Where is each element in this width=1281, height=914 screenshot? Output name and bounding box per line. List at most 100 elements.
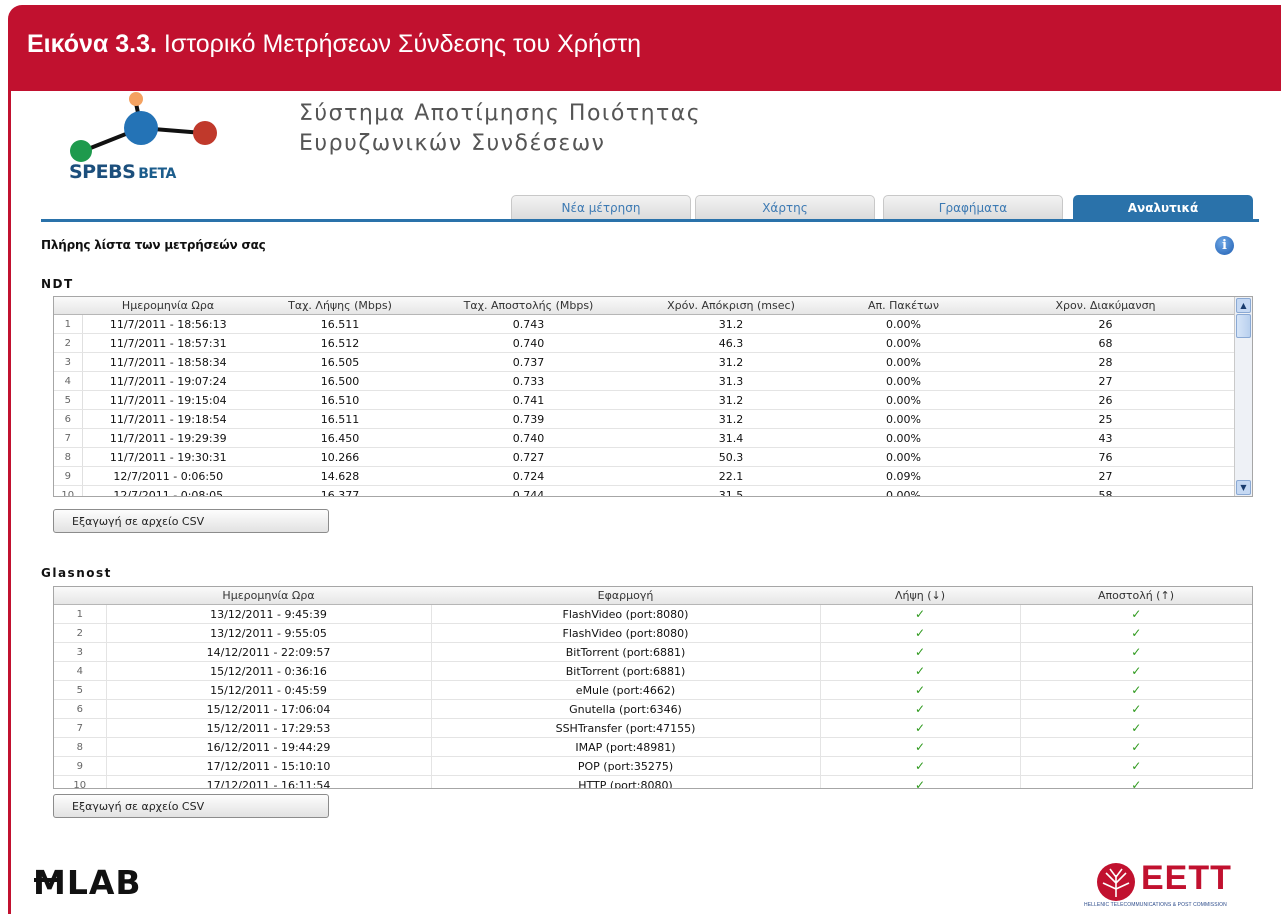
table-row[interactable]: 1 11/7/2011 - 18:56:13 16.511 0.743 31.2 0.00… xyxy=(54,314,1235,334)
column-header-packet-loss[interactable]: Απ. Πακέτων xyxy=(831,297,976,315)
column-header-jitter[interactable]: Χρον. Διακύμανση xyxy=(976,297,1235,315)
cell-download: 16.510 xyxy=(254,390,426,410)
column-header-download[interactable]: Ταχ. Λήψης (Mbps) xyxy=(254,297,426,315)
cell-upload: 0.743 xyxy=(426,314,631,334)
tab-new-measurement[interactable]: Νέα μέτρηση xyxy=(511,195,691,219)
cell-application: FlashVideo (port:8080) xyxy=(431,623,821,643)
table-row[interactable]: 6 11/7/2011 - 19:18:54 16.511 0.739 31.2 0.00… xyxy=(54,409,1235,429)
column-header-application[interactable]: Εφαρμογή xyxy=(431,587,820,605)
cell-datetime: 13/12/2011 - 9:45:39 xyxy=(106,604,432,624)
cell-upload: 0.744 xyxy=(426,485,631,496)
column-header-upload[interactable]: Αποστολή (↑) xyxy=(1020,587,1252,605)
scroll-down-icon[interactable]: ▼ xyxy=(1236,480,1251,495)
cell-datetime: 15/12/2011 - 0:36:16 xyxy=(106,661,432,681)
table-row[interactable]: 9 17/12/2011 - 15:10:10 POP (port:35275) ✓ ✓ xyxy=(54,756,1252,776)
check-icon: ✓ xyxy=(820,718,1021,738)
check-icon: ✓ xyxy=(1020,604,1252,624)
row-number: 2 xyxy=(54,333,83,353)
check-icon: ✓ xyxy=(1020,642,1252,662)
table-row[interactable]: 1 13/12/2011 - 9:45:39 FlashVideo (port:80… xyxy=(54,604,1252,624)
system-title: Σύστημα Αποτίμησης Ποιότητας Ευρυζωνικών… xyxy=(299,99,701,159)
cell-datetime: 17/12/2011 - 15:10:10 xyxy=(106,756,432,776)
table-row[interactable]: 5 11/7/2011 - 19:15:04 16.510 0.741 31.2 0.00… xyxy=(54,390,1235,410)
row-number: 9 xyxy=(54,756,107,776)
table-row[interactable]: 4 15/12/2011 - 0:36:16 BitTorrent (port:68… xyxy=(54,661,1252,681)
column-header-upload[interactable]: Ταχ. Αποστολής (Mbps) xyxy=(426,297,631,315)
glasnost-table: Ημερομηνία Ωρα Εφαρμογή Λήψη (↓) Αποστολ… xyxy=(54,587,1252,788)
table-row[interactable]: 7 11/7/2011 - 19:29:39 16.450 0.740 31.4 0.00… xyxy=(54,428,1235,448)
section-heading: Πλήρης λίστα των μετρήσεών σας xyxy=(41,238,266,252)
tab-detailed[interactable]: Αναλυτικά xyxy=(1073,195,1253,219)
cell-upload: 0.739 xyxy=(426,409,631,429)
cell-latency: 31.2 xyxy=(631,409,831,429)
table-row[interactable]: 10 12/7/2011 - 0:08:05 16.377 0.744 31.5 0.00… xyxy=(54,485,1235,496)
table-row[interactable]: 7 15/12/2011 - 17:29:53 SSHTransfer (port:… xyxy=(54,718,1252,738)
ndt-label: NDT xyxy=(41,277,74,291)
cell-packet-loss: 0.00% xyxy=(831,352,976,372)
cell-download: 16.377 xyxy=(254,485,426,496)
column-header-download[interactable]: Λήψη (↓) xyxy=(820,587,1020,605)
column-header-latency[interactable]: Χρόν. Απόκριση (msec) xyxy=(631,297,831,315)
table-row[interactable]: 8 11/7/2011 - 19:30:31 10.266 0.727 50.3 0.00… xyxy=(54,447,1235,467)
glasnost-label: Glasnost xyxy=(41,566,112,580)
cell-download: 16.511 xyxy=(254,314,426,334)
eett-logo-subtitle: HELLENIC TELECOMMUNICATIONS & POST COMMI… xyxy=(1084,902,1227,908)
ndt-export-csv-button[interactable]: Εξαγωγή σε αρχείο CSV xyxy=(53,509,329,533)
table-row[interactable]: 8 16/12/2011 - 19:44:29 IMAP (port:48981) ✓… xyxy=(54,737,1252,757)
cell-datetime: 15/12/2011 - 17:06:04 xyxy=(106,699,432,719)
logo-text: SPEBS BETA xyxy=(69,161,176,183)
scroll-up-icon[interactable]: ▲ xyxy=(1236,298,1251,313)
cell-jitter: 26 xyxy=(976,390,1235,410)
column-header-rownum xyxy=(54,297,82,315)
cell-upload: 0.741 xyxy=(426,390,631,410)
table-row[interactable]: 10 17/12/2011 - 16:11:54 HTTP (port:8080) ✓… xyxy=(54,775,1252,788)
check-icon: ✓ xyxy=(1020,737,1252,757)
cell-latency: 31.2 xyxy=(631,314,831,334)
cell-download: 16.450 xyxy=(254,428,426,448)
cell-upload: 0.740 xyxy=(426,333,631,353)
table-row[interactable]: 4 11/7/2011 - 19:07:24 16.500 0.733 31.3 0.00… xyxy=(54,371,1235,391)
glasnost-export-csv-button[interactable]: Εξαγωγή σε αρχείο CSV xyxy=(53,794,329,818)
column-header-datetime[interactable]: Ημερομηνία Ωρα xyxy=(82,297,254,315)
cell-datetime: 14/12/2011 - 22:09:57 xyxy=(106,642,432,662)
logo-name: SPEBS xyxy=(69,161,136,183)
figure-title: Ιστορικό Μετρήσεων Σύνδεσης του Χρήστη xyxy=(163,30,642,58)
row-number: 10 xyxy=(54,775,107,788)
row-number: 10 xyxy=(54,485,83,496)
cell-latency: 31.3 xyxy=(631,371,831,391)
cell-jitter: 43 xyxy=(976,428,1235,448)
cell-latency: 31.2 xyxy=(631,390,831,410)
table-row[interactable]: 2 13/12/2011 - 9:55:05 FlashVideo (port:80… xyxy=(54,623,1252,643)
cell-download: 16.511 xyxy=(254,409,426,429)
cell-datetime: 12/7/2011 - 0:08:05 xyxy=(82,485,254,496)
ndt-grid: Ημερομηνία Ωρα Ταχ. Λήψης (Mbps) Ταχ. Απ… xyxy=(53,296,1253,497)
ndt-scrollbar[interactable]: ▲ ▼ xyxy=(1234,297,1252,496)
glasnost-grid: Ημερομηνία Ωρα Εφαρμογή Λήψη (↓) Αποστολ… xyxy=(53,586,1253,789)
table-row[interactable]: 3 11/7/2011 - 18:58:34 16.505 0.737 31.2 0.00… xyxy=(54,352,1235,372)
cell-latency: 22.1 xyxy=(631,466,831,486)
row-number: 3 xyxy=(54,642,107,662)
column-header-datetime[interactable]: Ημερομηνία Ωρα xyxy=(106,587,431,605)
check-icon: ✓ xyxy=(820,604,1021,624)
tab-charts[interactable]: Γραφήματα xyxy=(883,195,1063,219)
scroll-thumb[interactable] xyxy=(1236,314,1251,338)
info-icon[interactable]: i xyxy=(1215,236,1234,255)
check-icon: ✓ xyxy=(1020,680,1252,700)
system-title-line1: Σύστημα Αποτίμησης Ποιότητας xyxy=(299,101,702,126)
tab-map[interactable]: Χάρτης xyxy=(695,195,875,219)
cell-datetime: 11/7/2011 - 18:58:34 xyxy=(82,352,254,372)
cell-packet-loss: 0.00% xyxy=(831,447,976,467)
table-row[interactable]: 9 12/7/2011 - 0:06:50 14.628 0.724 22.1 0.09%… xyxy=(54,466,1235,486)
cell-latency: 31.5 xyxy=(631,485,831,496)
table-row[interactable]: 6 15/12/2011 - 17:06:04 Gnutella (port:634… xyxy=(54,699,1252,719)
check-icon: ✓ xyxy=(1020,661,1252,681)
cell-datetime: 11/7/2011 - 19:30:31 xyxy=(82,447,254,467)
row-number: 8 xyxy=(54,447,83,467)
cell-packet-loss: 0.00% xyxy=(831,314,976,334)
table-row[interactable]: 2 11/7/2011 - 18:57:31 16.512 0.740 46.3 0.00… xyxy=(54,333,1235,353)
cell-datetime: 11/7/2011 - 19:29:39 xyxy=(82,428,254,448)
cell-latency: 31.2 xyxy=(631,352,831,372)
table-row[interactable]: 5 15/12/2011 - 0:45:59 eMule (port:4662) ✓ ✓ xyxy=(54,680,1252,700)
table-row[interactable]: 3 14/12/2011 - 22:09:57 BitTorrent (port:6… xyxy=(54,642,1252,662)
check-icon: ✓ xyxy=(820,775,1021,788)
